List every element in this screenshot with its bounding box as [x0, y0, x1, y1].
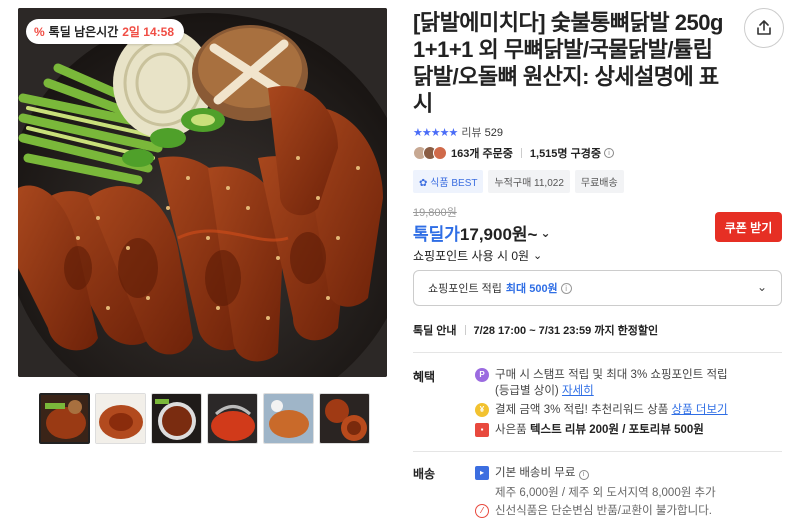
shipping-fee-row: ▸ 기본 배송비 무료 i — [475, 465, 589, 481]
coin-icon: ¥ — [475, 403, 489, 417]
tag-best[interactable]: ✿ 식품 BEST — [413, 170, 484, 193]
shipping-notice-row: ⁄ 신선식품은 단순변심 반품/교환이 불가합니다. — [475, 503, 712, 519]
chevron-down-icon: ⌄ — [540, 225, 551, 240]
price-row[interactable]: 톡딜가 17,900원~ ⌄ — [413, 220, 551, 245]
deal-info-label: 톡딜 안내 — [413, 325, 457, 337]
benefit-item-gift: ▪ 사은품 텍스트 리뷰 200원 / 포토리뷰 500원 — [475, 422, 704, 438]
thumbnail-3[interactable] — [151, 393, 202, 444]
info-icon[interactable]: i — [560, 282, 572, 294]
order-count: 163개 주문중 — [451, 148, 513, 160]
point-save-label: 쇼핑포인트 적립 — [428, 283, 502, 295]
thumbnail-list — [39, 393, 370, 444]
divider — [413, 451, 782, 452]
shipping-notice: 신선식품은 단순변심 반품/교환이 불가합니다. — [495, 505, 712, 517]
tag-list: ✿ 식품 BEST 누적구매 11,022 무료배송 — [413, 170, 624, 193]
review-count: 529 — [484, 127, 503, 139]
thumbnail-1[interactable] — [39, 393, 90, 444]
percent-icon: % — [34, 24, 45, 39]
divider — [413, 352, 782, 353]
point-use-row[interactable]: 쇼핑포인트 사용 시 0원 ⌄ — [413, 247, 542, 264]
product-title: [닭발에미치다] 숯불통뼈닭발 250g 1+1+1 외 무뼈닭발/국물닭발/튤… — [413, 10, 723, 116]
benefit-item-reward: ¥ 결제 금액 3% 적립! 추천리워드 상품 상품 더보기 — [475, 402, 728, 418]
info-icon[interactable]: i — [603, 148, 614, 158]
timer-label: 톡딜 남은시간 — [48, 25, 119, 39]
avatar — [433, 146, 447, 160]
info-icon[interactable]: i — [578, 470, 589, 480]
main-product-image[interactable]: % 톡딜 남은시간 2일 14:58 — [18, 8, 387, 377]
point-use-text: 쇼핑포인트 사용 시 0원 — [413, 249, 530, 263]
review-label: 리뷰 — [461, 127, 482, 139]
truck-icon: ▸ — [475, 466, 489, 480]
chevron-down-icon: ⌄ — [533, 250, 543, 262]
thumbnail-6[interactable] — [319, 393, 370, 444]
shipping-extra-row: 제주 6,000원 / 제주 외 도서지역 8,000원 추가 — [475, 485, 716, 501]
benefit-bold: 텍스트 리뷰 200원 / 포토리뷰 500원 — [529, 424, 704, 436]
share-button[interactable] — [744, 8, 784, 48]
shipping-label: 배송 — [413, 467, 436, 481]
price-value: 17,900원~ — [459, 225, 538, 244]
chevron-down-icon: ⌄ — [756, 280, 767, 294]
deal-info-row: 톡딜 안내 7/28 17:00 ~ 7/31 23:59 까지 한정할인 — [413, 322, 658, 338]
thumbnail-5[interactable] — [263, 393, 314, 444]
buyer-avatars — [413, 146, 447, 160]
share-icon — [757, 20, 771, 35]
tag-best-label: 식품 BEST — [430, 178, 478, 189]
benefit-text-sub: (등급별 상이) — [495, 385, 559, 397]
prohibit-icon: ⁄ — [475, 504, 489, 518]
star-icon: ★★★★★ — [413, 126, 458, 139]
more-products-link[interactable]: 상품 더보기 — [672, 404, 728, 416]
gift-icon: ▪ — [475, 423, 489, 437]
price-label: 톡딜가 — [413, 225, 460, 244]
timer-value: 2일 14:58 — [122, 25, 174, 39]
benefit-text: 구매 시 스탬프 적립 및 최대 3% 쇼핑포인트 적립 — [495, 369, 728, 381]
viewer-count: 1,515명 구경중 — [529, 148, 601, 160]
benefit-text: 결제 금액 3% 적립! 추천리워드 상품 — [495, 404, 669, 416]
deal-period: 7/28 17:00 ~ 7/31 23:59 까지 한정할인 — [473, 325, 659, 337]
point-save-dropdown[interactable]: 쇼핑포인트 적립 최대 500원 i ⌄ — [413, 270, 782, 306]
point-save-max: 최대 500원 — [505, 283, 558, 295]
tag-free-shipping: 무료배송 — [574, 170, 624, 193]
benefits-label: 혜택 — [413, 370, 436, 384]
product-page: % 톡딜 남은시간 2일 14:58 [닭발에미치다] 숯불통뼈닭발 250g … — [0, 0, 800, 523]
order-status-row: 163개 주문중 1,515명 구경중 i — [413, 145, 614, 161]
thumbnail-4[interactable] — [207, 393, 258, 444]
shipping-extra: 제주 6,000원 / 제주 외 도서지역 8,000원 추가 — [495, 487, 716, 499]
point-icon: P — [475, 368, 489, 382]
detail-link[interactable]: 자세히 — [562, 385, 594, 397]
coupon-button[interactable]: 쿠폰 받기 — [715, 212, 782, 242]
shipping-fee: 기본 배송비 무료 — [495, 467, 576, 479]
rating-row[interactable]: ★★★★★ 리뷰 529 — [413, 124, 503, 140]
deal-timer-badge: % 톡딜 남은시간 2일 14:58 — [26, 19, 184, 44]
original-price: 19,800원 — [413, 207, 457, 219]
benefit-item-points: P 구매 시 스탬프 적립 및 최대 3% 쇼핑포인트 적립 (등급별 상이) … — [475, 367, 728, 399]
thumbnail-2[interactable] — [95, 393, 146, 444]
benefit-text: 사은품 — [495, 424, 527, 436]
tag-cumulative: 누적구매 11,022 — [488, 170, 570, 193]
